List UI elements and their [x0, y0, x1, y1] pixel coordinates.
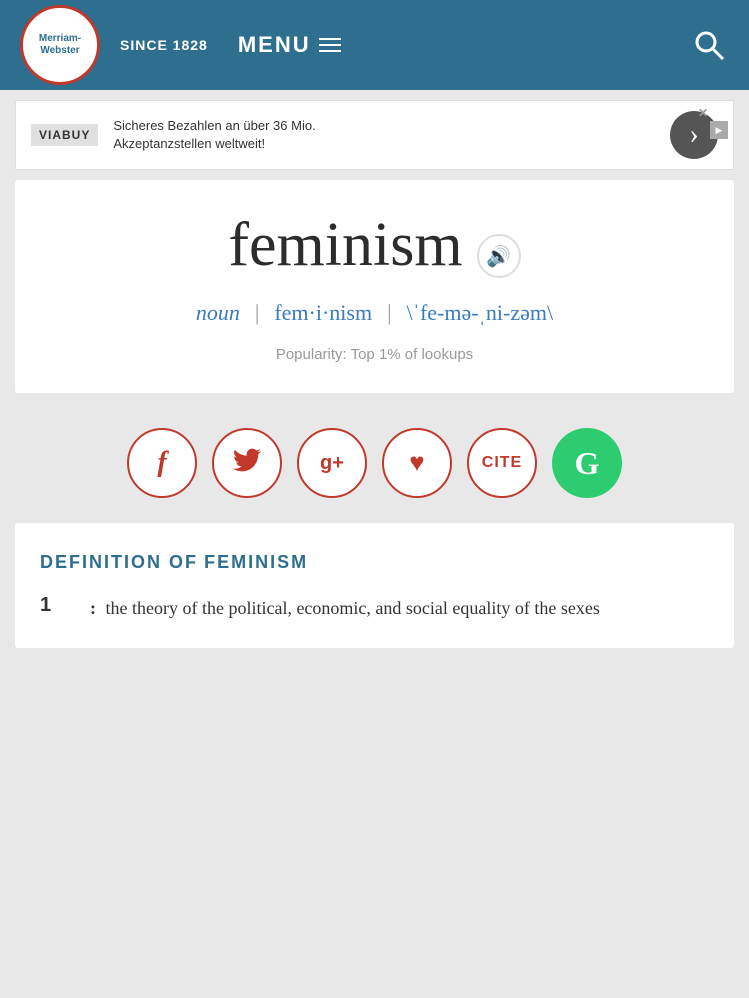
definition-title-word: FEMINISM [204, 552, 308, 572]
googleplus-icon: g+ [320, 452, 344, 475]
search-icon[interactable] [689, 25, 729, 65]
speaker-icon: 🔊 [486, 244, 511, 269]
ad-text-line2: Akzeptanzstellen weltweit! [113, 136, 265, 151]
ad-brand: VIABUY [31, 124, 98, 146]
logo-text-bottom: Webster [40, 45, 79, 57]
definition-title-prefix: Definition of [40, 552, 198, 572]
word-title: feminism [228, 210, 462, 281]
site-header: Merriam- Webster SINCE 1828 MENU [0, 0, 749, 90]
facebook-icon: f [157, 447, 166, 479]
word-pronunciation: \ˈfe-mə-ˌni-zəm\ [407, 300, 554, 326]
audio-button[interactable]: 🔊 [477, 234, 521, 278]
definition-colon-1: : [90, 598, 96, 618]
cite-label: CITE [482, 454, 522, 472]
since-label: SINCE 1828 [120, 37, 208, 53]
grammarly-icon: G [575, 445, 600, 482]
action-buttons-bar: f g+ ♥ CITE G [0, 403, 749, 523]
definition-card: Definition of FEMINISM 1 : the theory of… [15, 523, 734, 648]
googleplus-button[interactable]: g+ [297, 428, 367, 498]
logo-text-top: Merriam- [39, 33, 81, 45]
ad-info-button[interactable]: ▶ [710, 121, 728, 139]
ad-text-line1: Sicheres Bezahlen an über 36 Mio. [113, 118, 315, 133]
divider1: | [255, 300, 259, 326]
search-button[interactable] [689, 25, 729, 65]
grammarly-button[interactable]: G [552, 428, 622, 498]
menu-button[interactable]: MENU [238, 32, 341, 58]
menu-label: MENU [238, 32, 311, 58]
heart-icon: ♥ [409, 448, 424, 478]
ad-close-button[interactable]: ✕ [698, 106, 708, 120]
cite-button[interactable]: CITE [467, 428, 537, 498]
facebook-button[interactable]: f [127, 428, 197, 498]
ad-text: Sicheres Bezahlen an über 36 Mio. Akzept… [113, 117, 660, 153]
twitter-button[interactable] [212, 428, 282, 498]
twitter-icon [233, 448, 261, 478]
word-info-line: noun | fem·i·nism | \ˈfe-mə-ˌni-zəm\ [35, 300, 714, 326]
hamburger-icon [319, 38, 341, 52]
word-syllables: fem·i·nism [274, 300, 372, 326]
word-card: feminism 🔊 noun | fem·i·nism | \ˈfe-mə-ˌ… [15, 180, 734, 393]
definition-number-1: 1 [40, 594, 70, 617]
divider2: | [387, 300, 391, 326]
part-of-speech: noun [196, 300, 240, 326]
search-svg [693, 29, 725, 61]
definition-text-1: : the theory of the political, economic,… [90, 594, 600, 623]
word-title-container: feminism 🔊 [35, 210, 714, 288]
definition-body-1: the theory of the political, economic, a… [101, 598, 600, 618]
popularity-text: Popularity: Top 1% of lookups [35, 346, 714, 363]
ad-banner: VIABUY Sicheres Bezahlen an über 36 Mio.… [15, 100, 734, 170]
favorite-button[interactable]: ♥ [382, 428, 452, 498]
definition-entry-1: 1 : the theory of the political, economi… [40, 594, 709, 623]
definition-title: Definition of FEMINISM [40, 548, 709, 574]
logo[interactable]: Merriam- Webster [20, 5, 100, 85]
